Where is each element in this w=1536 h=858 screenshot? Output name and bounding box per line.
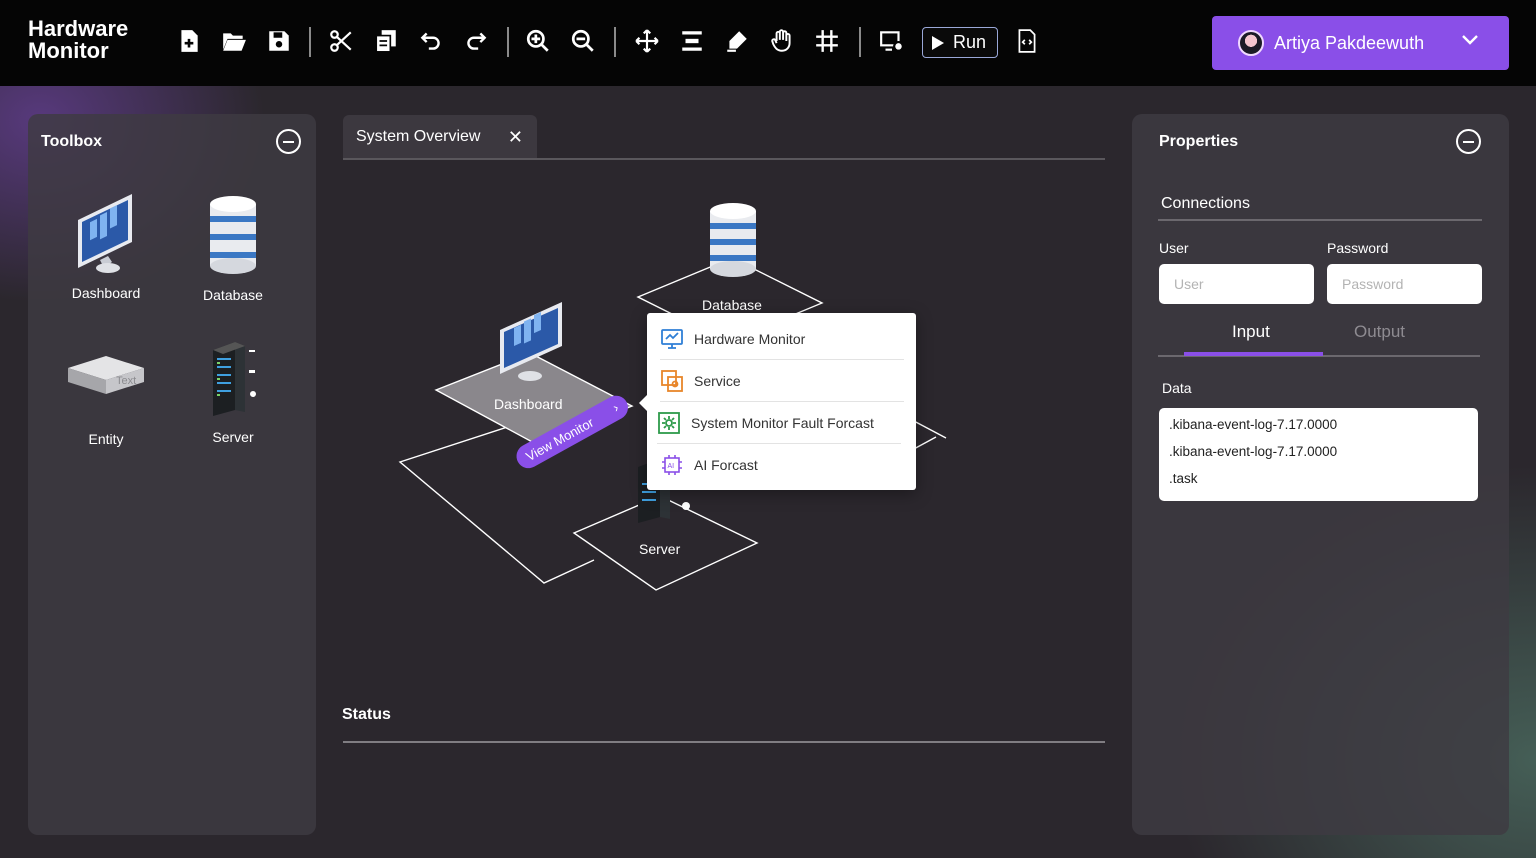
toolbox-collapse-button[interactable] bbox=[276, 129, 301, 154]
entity-box-text: Text bbox=[116, 375, 136, 387]
database-node-icon bbox=[710, 203, 756, 277]
data-item[interactable]: .kibana-event-log-7.17.0000 bbox=[1169, 416, 1468, 443]
chevron-down-icon bbox=[1462, 35, 1478, 45]
open-folder-icon[interactable] bbox=[219, 26, 249, 56]
server-rack-icon bbox=[213, 342, 256, 416]
app-title: Hardware Monitor bbox=[28, 16, 129, 63]
toolbox-panel: Toolbox Dashboard Database Text Entity S… bbox=[28, 114, 316, 835]
tab-input[interactable]: Input bbox=[1232, 322, 1270, 342]
menu-item-hardware-monitor[interactable]: Hardware Monitor bbox=[660, 318, 904, 360]
context-menu: Hardware Monitor Service System Monitor … bbox=[639, 313, 916, 490]
toolbox-item-dashboard[interactable]: Dashboard bbox=[46, 192, 166, 301]
menu-item-system-monitor-fault-forcast[interactable]: System Monitor Fault Forcast bbox=[657, 402, 901, 444]
toolbox-item-server[interactable]: Server bbox=[173, 336, 293, 445]
active-tab-indicator bbox=[1184, 352, 1323, 356]
move-icon[interactable] bbox=[632, 26, 662, 56]
redo-icon[interactable] bbox=[461, 26, 491, 56]
avatar bbox=[1238, 30, 1264, 56]
user-menu-button[interactable]: Artiya Pakdeewuth bbox=[1212, 16, 1509, 70]
run-label: Run bbox=[953, 32, 987, 52]
status-divider bbox=[343, 741, 1105, 743]
toolbox-item-label: Server bbox=[212, 429, 254, 445]
tab-divider bbox=[343, 158, 1105, 160]
zoom-in-icon[interactable] bbox=[523, 26, 553, 56]
menu-item-label: AI Forcast bbox=[694, 457, 758, 473]
zoom-out-icon[interactable] bbox=[568, 26, 598, 56]
password-label: Password bbox=[1327, 240, 1389, 256]
align-icon[interactable] bbox=[677, 26, 707, 56]
menu-item-label: System Monitor Fault Forcast bbox=[691, 414, 874, 431]
new-file-icon[interactable] bbox=[174, 26, 204, 56]
save-icon[interactable] bbox=[264, 26, 294, 56]
toolbox-title: Toolbox bbox=[41, 133, 103, 150]
password-input[interactable] bbox=[1327, 264, 1482, 304]
menu-item-service[interactable]: Service bbox=[660, 360, 904, 402]
undo-icon[interactable] bbox=[416, 26, 446, 56]
menu-item-ai-forcast[interactable]: AI AI Forcast bbox=[660, 444, 904, 486]
toolbox-item-label: Entity bbox=[88, 431, 124, 447]
close-icon[interactable]: ✕ bbox=[508, 127, 523, 148]
properties-title: Properties bbox=[1159, 133, 1239, 150]
service-icon bbox=[661, 369, 683, 392]
ai-chip-icon: AI bbox=[662, 455, 682, 475]
database-node-label[interactable]: Database bbox=[702, 297, 762, 313]
tab-label: System Overview bbox=[356, 127, 481, 145]
run-icon bbox=[932, 35, 944, 50]
draw-icon[interactable] bbox=[722, 26, 752, 56]
grid-icon[interactable] bbox=[812, 26, 842, 56]
monitor-icon bbox=[78, 194, 132, 273]
status-title: Status bbox=[342, 706, 391, 723]
data-label: Data bbox=[1162, 380, 1192, 396]
svg-text:AI: AI bbox=[668, 463, 675, 470]
code-file-icon[interactable] bbox=[1012, 26, 1042, 56]
database-icon bbox=[210, 196, 256, 274]
toolbox-item-label: Database bbox=[203, 287, 263, 303]
data-item[interactable]: .kibana-event-log-7.17.0000 bbox=[1169, 443, 1468, 470]
server-node-label[interactable]: Server bbox=[639, 541, 680, 557]
screen-add-icon[interactable] bbox=[877, 26, 907, 56]
hand-icon[interactable] bbox=[767, 26, 797, 56]
tab-system-overview[interactable]: System Overview ✕ bbox=[343, 115, 537, 158]
menu-item-label: Hardware Monitor bbox=[694, 330, 806, 347]
top-bar: Hardware Monitor Run Artiya Pakdeewuth bbox=[0, 0, 1536, 86]
cut-icon[interactable] bbox=[326, 26, 356, 56]
user-input[interactable] bbox=[1159, 264, 1314, 304]
menu-item-label: Service bbox=[694, 372, 741, 389]
user-name: Artiya Pakdeewuth bbox=[1274, 32, 1425, 53]
connections-divider bbox=[1158, 219, 1482, 221]
tab-output[interactable]: Output bbox=[1354, 322, 1405, 342]
chevron-right-icon: › bbox=[610, 399, 622, 415]
run-button[interactable]: Run bbox=[922, 27, 998, 58]
data-list[interactable]: .kibana-event-log-7.17.0000 .kibana-even… bbox=[1159, 408, 1478, 501]
monitor-chart-icon bbox=[661, 328, 683, 349]
connections-title: Connections bbox=[1161, 195, 1250, 212]
fault-gear-icon bbox=[658, 411, 680, 434]
toolbox-item-entity[interactable]: Text Entity bbox=[46, 352, 166, 447]
data-item[interactable]: .task bbox=[1169, 470, 1468, 497]
toolbox-item-database[interactable]: Database bbox=[173, 194, 293, 303]
toolbox-item-label: Dashboard bbox=[71, 285, 141, 301]
entity-box-icon: Text bbox=[68, 356, 144, 394]
connection-outline bbox=[911, 419, 947, 439]
properties-collapse-button[interactable] bbox=[1456, 129, 1481, 154]
dashboard-node-label[interactable]: Dashboard bbox=[494, 396, 563, 412]
user-label: User bbox=[1159, 240, 1189, 256]
copy-icon[interactable] bbox=[371, 26, 401, 56]
